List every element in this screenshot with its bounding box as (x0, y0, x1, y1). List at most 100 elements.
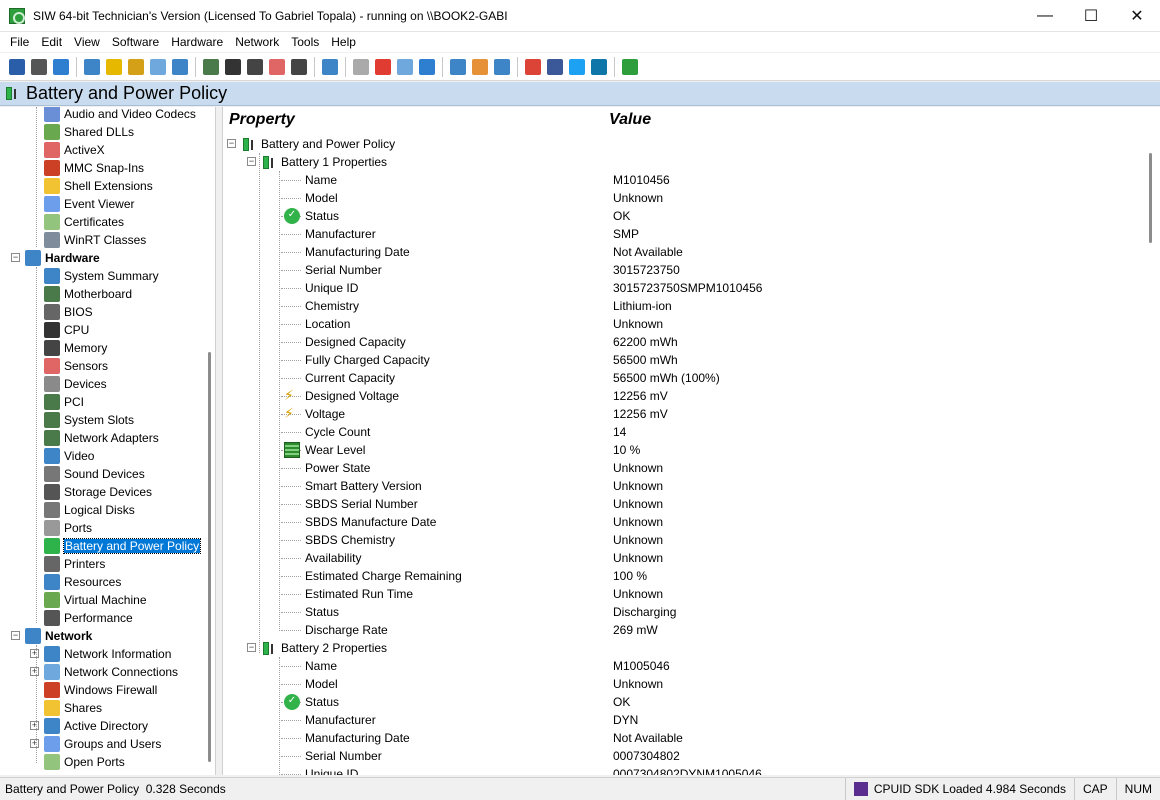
property-row[interactable]: Status Discharging (223, 603, 1123, 621)
menu-file[interactable]: File (4, 32, 35, 52)
tree-expander[interactable]: − (227, 139, 236, 148)
property-row[interactable]: Serial Number 3015723750 (223, 261, 1123, 279)
sidebar-scrollbar[interactable] (205, 107, 215, 775)
power-icon[interactable] (375, 58, 391, 75)
battery-1-group[interactable]: − Battery 1 Properties (223, 153, 1123, 171)
network-icon[interactable] (322, 58, 338, 75)
property-row[interactable]: SBDS Manufacture Date Unknown (223, 513, 1123, 531)
battery-2-group[interactable]: − Battery 2 Properties (223, 639, 1123, 657)
property-row[interactable]: Estimated Run Time Unknown (223, 585, 1123, 603)
property-row[interactable]: Unique ID 3015723750SMPM1010456 (223, 279, 1123, 297)
tree-expander[interactable]: − (247, 157, 256, 166)
value-column-header[interactable]: Value (609, 111, 651, 129)
sidebar-item-video[interactable]: Video (44, 447, 94, 465)
property-row[interactable]: Unique ID 0007304802DYNM1005046 (223, 765, 1123, 775)
sidebar-item-sensors[interactable]: Sensors (44, 357, 108, 375)
sidebar-item-network-information[interactable]: Network Information (44, 645, 171, 663)
update-icon[interactable] (450, 58, 466, 75)
dollar-icon[interactable] (622, 58, 638, 75)
tree-expander[interactable]: − (247, 643, 256, 652)
property-row[interactable]: Power State Unknown (223, 459, 1123, 477)
property-row[interactable]: ⚡ Voltage 12256 mV (223, 405, 1123, 423)
property-row[interactable]: Designed Capacity 62200 mWh (223, 333, 1123, 351)
tree-expander[interactable]: + (30, 739, 39, 748)
sidebar-item-system-summary[interactable]: System Summary (44, 267, 159, 285)
sidebar-item-shell-extensions[interactable]: Shell Extensions (44, 177, 153, 195)
memory-icon[interactable] (247, 58, 263, 75)
sidebar-item-cpu[interactable]: CPU (44, 321, 89, 339)
minimize-button[interactable]: — (1022, 0, 1068, 32)
tree-expander[interactable]: − (11, 253, 20, 262)
property-row[interactable]: Serial Number 0007304802 (223, 747, 1123, 765)
refresh-icon[interactable] (53, 58, 69, 75)
key-icon[interactable] (128, 58, 144, 75)
sidebar-item-audio-and-video-codecs[interactable]: Audio and Video Codecs (44, 107, 196, 123)
sidebar-item-winrt-classes[interactable]: WinRT Classes (44, 231, 146, 249)
menu-view[interactable]: View (68, 32, 106, 52)
menu-tools[interactable]: Tools (285, 32, 325, 52)
menu-edit[interactable]: Edit (35, 32, 68, 52)
storage-icon[interactable] (291, 58, 307, 75)
property-row[interactable]: SBDS Chemistry Unknown (223, 531, 1123, 549)
sidebar-item-virtual-machine[interactable]: Virtual Machine (44, 591, 147, 609)
save-icon[interactable] (9, 58, 25, 75)
property-row[interactable]: Current Capacity 56500 mWh (100%) (223, 369, 1123, 387)
sidebar-item-bios[interactable]: BIOS (44, 303, 93, 321)
sidebar-item-network-connections[interactable]: Network Connections (44, 663, 178, 681)
sidebar-item-mmc-snap-ins[interactable]: MMC Snap-Ins (44, 159, 144, 177)
menu-network[interactable]: Network (229, 32, 285, 52)
sidebar-item-event-viewer[interactable]: Event Viewer (44, 195, 134, 213)
tree-expander[interactable]: + (30, 721, 39, 730)
chat-icon[interactable] (494, 58, 510, 75)
property-row[interactable]: Name M1010456 (223, 171, 1123, 189)
sidebar-item-motherboard[interactable]: Motherboard (44, 285, 132, 303)
sidebar-item-printers[interactable]: Printers (44, 555, 105, 573)
sidebar-item-logical-disks[interactable]: Logical Disks (44, 501, 135, 519)
property-row[interactable]: ⚡ Designed Voltage 12256 mV (223, 387, 1123, 405)
property-row[interactable]: Model Unknown (223, 675, 1123, 693)
tree-expander[interactable]: + (30, 649, 39, 658)
menu-software[interactable]: Software (106, 32, 165, 52)
google-icon[interactable] (525, 58, 541, 75)
windows-icon[interactable] (84, 58, 100, 75)
property-row[interactable]: Manufacturer DYN (223, 711, 1123, 729)
property-row[interactable]: ✓ Status OK (223, 207, 1123, 225)
property-row[interactable]: Manufacturer SMP (223, 225, 1123, 243)
sidebar-item-activex[interactable]: ActiveX (44, 141, 105, 159)
tree-root-battery-policy[interactable]: − Battery and Power Policy (223, 135, 1123, 153)
sidebar-item-shared-dlls[interactable]: Shared DLLs (44, 123, 134, 141)
remote-icon[interactable] (397, 58, 413, 75)
property-row[interactable]: Manufacturing Date Not Available (223, 243, 1123, 261)
sidebar-item-pci[interactable]: PCI (44, 393, 84, 411)
property-scrollbar[interactable] (1142, 135, 1160, 775)
thermometer-icon[interactable] (269, 58, 285, 75)
sidebar-item-active-directory[interactable]: Active Directory (44, 717, 148, 735)
property-row[interactable]: Smart Battery Version Unknown (223, 477, 1123, 495)
cpu-icon[interactable] (225, 58, 241, 75)
sidebar-item-shares[interactable]: Shares (44, 699, 102, 717)
home-icon[interactable] (472, 58, 488, 75)
property-row[interactable]: Manufacturing Date Not Available (223, 729, 1123, 747)
property-row[interactable]: Estimated Charge Remaining 100 % (223, 567, 1123, 585)
linkedin-icon[interactable] (591, 58, 607, 75)
sidebar-item-memory[interactable]: Memory (44, 339, 107, 357)
gear-icon[interactable] (419, 58, 435, 75)
lock-icon[interactable] (106, 58, 122, 75)
property-row[interactable]: Model Unknown (223, 189, 1123, 207)
sidebar-item-resources[interactable]: Resources (44, 573, 121, 591)
sidebar-item-devices[interactable]: Devices (44, 375, 107, 393)
sidebar-item-battery-and-power-policy[interactable]: Battery and Power Policy (44, 537, 202, 555)
property-row[interactable]: Chemistry Lithium-ion (223, 297, 1123, 315)
property-scroll-thumb[interactable] (1149, 153, 1152, 243)
property-row[interactable]: Name M1005046 (223, 657, 1123, 675)
property-row[interactable]: Cycle Count 14 (223, 423, 1123, 441)
tree-expander[interactable]: + (30, 667, 39, 676)
sidebar-item-groups-and-users[interactable]: Groups and Users (44, 735, 161, 753)
sidebar-item-storage-devices[interactable]: Storage Devices (44, 483, 152, 501)
sidebar-item-sound-devices[interactable]: Sound Devices (44, 465, 145, 483)
tree-expander[interactable]: − (11, 631, 20, 640)
property-row[interactable]: Discharge Rate 269 mW (223, 621, 1123, 639)
maximize-button[interactable]: ☐ (1068, 0, 1114, 32)
eraser-icon[interactable] (353, 58, 369, 75)
menu-help[interactable]: Help (325, 32, 362, 52)
